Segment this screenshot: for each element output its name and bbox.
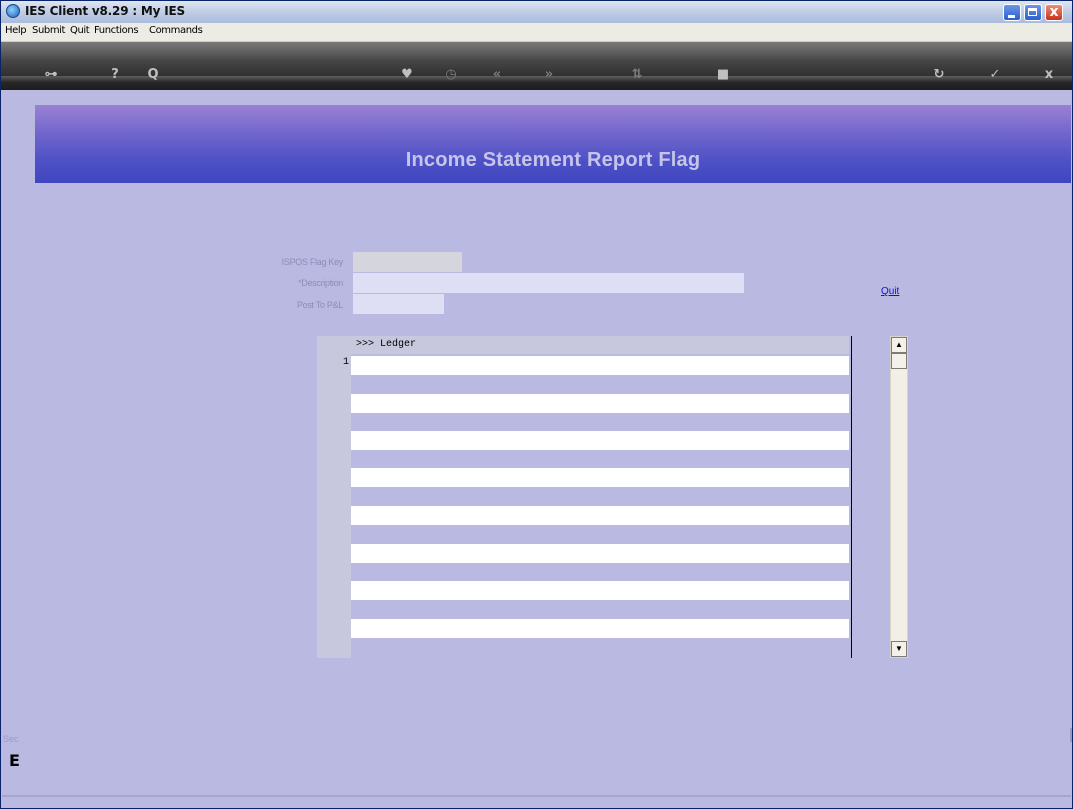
toolbar-rail xyxy=(1,76,1072,82)
checkmark-icon[interactable]: ✓ xyxy=(987,67,1003,83)
next-icon[interactable]: » xyxy=(541,67,557,83)
edge-marker xyxy=(1070,728,1072,742)
search-icon[interactable]: Q xyxy=(145,67,161,83)
grid-row[interactable] xyxy=(351,468,849,487)
menu-quit[interactable]: Quit xyxy=(70,25,90,36)
menu-submit[interactable]: Submit xyxy=(32,25,65,36)
ledger-column-header: >>> Ledger xyxy=(356,339,417,350)
quit-link[interactable]: Quit xyxy=(881,286,899,297)
minimize-button[interactable] xyxy=(1003,4,1021,21)
scroll-thumb[interactable] xyxy=(891,353,907,369)
key-icon[interactable]: ⊶ xyxy=(37,67,65,83)
grid-header[interactable]: >>> Ledger xyxy=(351,336,849,354)
close-window-icon: x xyxy=(1049,4,1059,20)
grid-row[interactable] xyxy=(351,619,849,638)
status-glyph: E xyxy=(9,751,20,770)
description-label: *Description xyxy=(298,278,343,288)
window-title: IES Client v8.29 : My IES xyxy=(25,4,185,18)
previous-icon[interactable]: « xyxy=(489,67,505,83)
menu-commands[interactable]: Commands xyxy=(149,25,203,36)
status-text: Sec xyxy=(3,734,19,744)
app-window: IES Client v8.29 : My IES x Help Submit … xyxy=(0,0,1073,809)
grid-row-gutter xyxy=(317,336,351,658)
row-number: 1 xyxy=(342,357,349,368)
flag-key-label: ISPOS Flag Key xyxy=(281,257,344,267)
menu-functions[interactable]: Functions xyxy=(94,25,139,36)
toolbar: ⊶ ? Q ♥ ◷ « » ⇅ ■ ↻ ✓ x xyxy=(1,42,1072,90)
post-to-pl-field[interactable] xyxy=(353,294,444,314)
scroll-down-icon[interactable]: ▼ xyxy=(891,641,907,657)
maximize-button[interactable] xyxy=(1024,4,1042,21)
grid-row[interactable] xyxy=(351,544,849,563)
menu-bar: Help Submit Quit Functions Commands xyxy=(1,23,1072,42)
status-divider xyxy=(2,795,1071,797)
minimize-icon xyxy=(1008,15,1015,18)
grid-scrollbar[interactable]: ▲ ▼ xyxy=(890,336,908,658)
grid-row-1[interactable] xyxy=(351,356,849,375)
stop-icon[interactable]: ■ xyxy=(715,67,731,83)
grid-row[interactable] xyxy=(351,581,849,600)
heart-icon[interactable]: ♥ xyxy=(399,67,415,83)
close-button[interactable]: x xyxy=(1045,4,1063,21)
grid-right-border xyxy=(851,336,852,658)
title-bar[interactable]: IES Client v8.29 : My IES x xyxy=(1,1,1072,23)
clock-icon[interactable]: ◷ xyxy=(443,67,459,83)
menu-help[interactable]: Help xyxy=(5,25,27,36)
help-icon[interactable]: ? xyxy=(107,67,123,83)
grid-row[interactable] xyxy=(351,506,849,525)
grid-row[interactable] xyxy=(351,431,849,450)
flag-key-field[interactable] xyxy=(353,252,462,272)
grid-row[interactable] xyxy=(351,394,849,413)
scroll-up-icon[interactable]: ▲ xyxy=(891,337,907,353)
header-banner: Income Statement Report Flag xyxy=(35,105,1071,183)
refresh-icon[interactable]: ↻ xyxy=(931,67,947,83)
sort-icon[interactable]: ⇅ xyxy=(629,67,645,83)
page-title: Income Statement Report Flag xyxy=(405,149,701,171)
post-to-pl-label: Post To P&L xyxy=(296,300,343,310)
description-field[interactable] xyxy=(353,273,744,293)
close-icon[interactable]: x xyxy=(1041,67,1057,83)
ies-app-icon xyxy=(6,4,20,18)
maximize-icon xyxy=(1028,8,1037,16)
